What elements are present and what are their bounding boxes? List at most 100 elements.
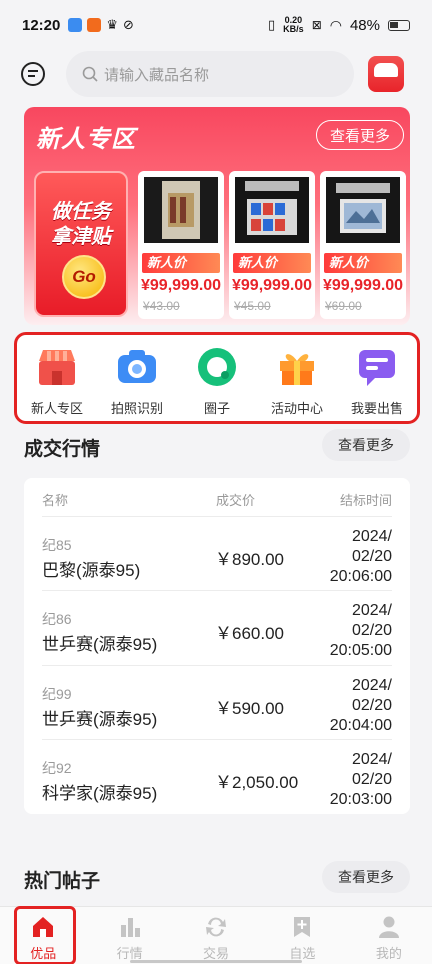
sell-icon: [355, 345, 399, 389]
quick-menu-item-circle[interactable]: 圈子: [178, 345, 256, 417]
user-icon: [377, 915, 401, 939]
link-icon: ⊘: [123, 17, 134, 32]
deal-code: 纪85: [42, 537, 72, 553]
deal-price: ￥590.00: [215, 699, 284, 718]
sim-off-icon: ⊠: [311, 18, 322, 32]
shop-icon: [35, 345, 79, 389]
table-row[interactable]: 纪86 世乒赛(源泰95) ￥660.00 2024/ 02/20 20:05:…: [42, 590, 392, 664]
stamp-image: [235, 177, 309, 243]
deal-time: 2024/ 02/20 20:06:00: [312, 527, 392, 587]
tab-label: 优品: [30, 946, 57, 961]
item-old-price: ¥45.00: [234, 299, 271, 313]
hot-posts-more-button[interactable]: 查看更多: [322, 861, 410, 893]
item-tag: 新人价: [324, 253, 402, 273]
deal-price: ￥890.00: [215, 550, 284, 569]
deal-date-day: 02/20: [351, 771, 392, 788]
quick-menu-item-new-user[interactable]: 新人专区: [18, 345, 96, 417]
stamp-picture: [235, 177, 309, 243]
item-price: ¥99,999.00: [323, 277, 404, 294]
home-indicator: [130, 960, 302, 963]
quick-menu-label: 圈子: [203, 401, 230, 416]
wifi-icon: ◠: [329, 16, 342, 33]
item-old-price: ¥69.00: [325, 299, 362, 313]
deal-code: 纪99: [42, 686, 72, 702]
item-tag: 新人价: [233, 253, 311, 273]
tab-market[interactable]: 行情: [86, 907, 172, 964]
deal-price: ￥2,050.00: [215, 773, 299, 792]
deal-code: 纪92: [42, 760, 72, 776]
tab-trade[interactable]: 交易: [173, 907, 259, 964]
quick-menu-item-photo-identify[interactable]: 拍照识别: [98, 345, 176, 417]
table-row[interactable]: 纪99 世乒赛(源泰95) ￥590.00 2024/ 02/20 20:04:…: [42, 665, 392, 739]
stamp-picture: [326, 177, 400, 243]
table-row[interactable]: 纪92 科学家(源泰95) ￥2,050.00 2024/ 02/20 20:0…: [42, 739, 392, 813]
gift-icon: [275, 345, 319, 389]
deal-name: 世乒赛(源泰95): [42, 635, 158, 654]
deal-code: 纪86: [42, 611, 72, 627]
stamp-image: [326, 177, 400, 243]
stamp-image: [144, 177, 218, 243]
tab-label: 我的: [375, 946, 402, 961]
table-row[interactable]: 纪85 巴黎(源泰95) ￥890.00 2024/ 02/20 20:06:0…: [42, 516, 392, 590]
item-price: ¥99,999.00: [141, 277, 222, 294]
camera-icon: [115, 345, 159, 389]
vibrate-icon: ▯: [268, 17, 276, 32]
deal-date-year: 2024/: [351, 677, 392, 694]
deal-name: 世乒赛(源泰95): [42, 710, 158, 729]
deals-table: 名称 成交价 结标时间 纪85 巴黎(源泰95) ￥890.00 2024/ 0…: [24, 478, 410, 814]
quick-menu: 新人专区 拍照识别 圈子 活动中心 我要出售: [14, 332, 420, 424]
promo-item-card[interactable]: 新人价 ¥99,999.00 ¥69.00: [320, 171, 406, 319]
net-speed: 0.20 KB/s: [283, 16, 304, 34]
circle-icon: [195, 345, 239, 389]
search-input[interactable]: 请输入藏品名称: [66, 51, 354, 97]
promo-item-card[interactable]: 新人价 ¥99,999.00 ¥45.00: [229, 171, 315, 319]
menu-chat-icon[interactable]: [20, 61, 46, 87]
quick-menu-label: 活动中心: [270, 401, 323, 416]
tab-watchlist[interactable]: 自选: [259, 907, 345, 964]
status-time: 12:20: [22, 16, 61, 34]
go-button[interactable]: Go: [62, 255, 106, 299]
net-speed-unit: KB/s: [283, 24, 304, 34]
tab-profile[interactable]: 我的: [346, 907, 432, 964]
deal-date-year: 2024/: [351, 528, 392, 545]
battery-icon: [388, 19, 410, 31]
deal-name: 巴黎(源泰95): [42, 561, 141, 580]
quick-menu-item-events[interactable]: 活动中心: [258, 345, 336, 417]
quick-menu-label: 拍照识别: [110, 401, 163, 416]
hot-posts-title: 热门帖子: [24, 871, 101, 892]
avatar[interactable]: [368, 56, 404, 92]
app-notification-icon: [68, 18, 83, 32]
bottom-tab-bar: 优品 行情 交易 自选 我的: [0, 906, 432, 964]
deals-more-button[interactable]: 查看更多: [322, 429, 410, 461]
promo-item-card[interactable]: 新人价 ¥99,999.00 ¥43.00: [138, 171, 224, 319]
header-price: 成交价: [216, 493, 256, 508]
deal-clock: 20:05:00: [329, 642, 392, 659]
promo-title: 新人专区: [36, 126, 136, 153]
deal-clock: 20:04:00: [329, 717, 392, 734]
deal-time: 2024/ 02/20 20:05:00: [312, 601, 392, 661]
search-row: 请输入藏品名称: [0, 50, 432, 100]
stamp-picture: [144, 177, 218, 243]
quick-menu-item-sell[interactable]: 我要出售: [338, 345, 416, 417]
status-bar: 12:20 ♛ ⊘ ▯ 0.20 KB/s ⊠ ◠ 48%: [0, 0, 432, 50]
deal-date-year: 2024/: [351, 602, 392, 619]
tab-home[interactable]: 优品: [0, 906, 86, 964]
quick-menu-label: 我要出售: [350, 401, 403, 416]
deal-clock: 20:06:00: [329, 568, 392, 585]
deal-date-year: 2024/: [351, 751, 392, 768]
search-icon: [82, 66, 98, 82]
task-line-2: 拿津贴: [51, 226, 111, 248]
battery-text: 48%: [349, 16, 380, 34]
deal-price: ￥660.00: [215, 624, 284, 643]
deal-time: 2024/ 02/20 20:04:00: [312, 676, 392, 736]
exchange-icon: [204, 915, 228, 939]
notification-icons: ♛ ⊘: [68, 17, 134, 33]
item-price: ¥99,999.00: [232, 277, 313, 294]
task-card[interactable]: 做任务 拿津贴 Go: [34, 171, 128, 317]
search-placeholder: 请输入藏品名称: [104, 66, 210, 84]
promo-more-button[interactable]: 查看更多: [316, 120, 404, 150]
header-name: 名称: [42, 493, 69, 508]
bookmark-plus-icon: [290, 915, 314, 939]
deal-date-day: 02/20: [351, 622, 392, 639]
crown-icon: ♛: [106, 17, 119, 32]
